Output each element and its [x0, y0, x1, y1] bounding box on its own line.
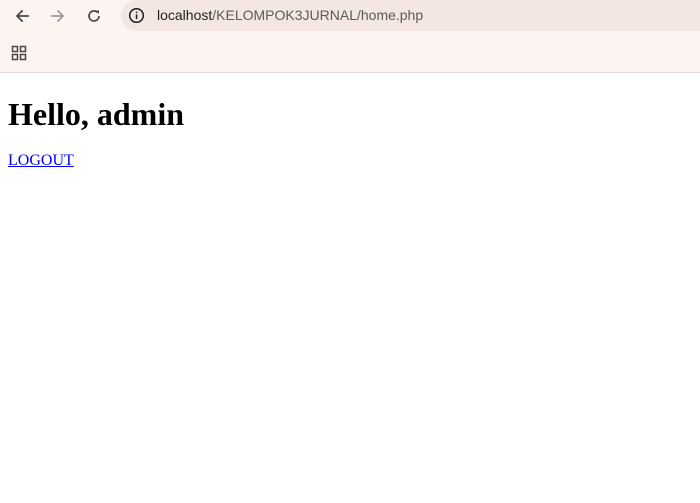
bookmarks-bar: [0, 36, 700, 68]
page-content: Hello, admin LOGOUT: [0, 74, 700, 503]
page-heading: Hello, admin: [8, 96, 185, 132]
back-button[interactable]: [9, 3, 35, 29]
apps-grid-icon[interactable]: [10, 44, 28, 62]
logout-link[interactable]: LOGOUT: [8, 152, 74, 170]
url-host: localhost: [157, 7, 213, 23]
url-path: /KELOMPOK3JURNAL/home.php: [212, 7, 424, 23]
browser-toolbar: localhost/KELOMPOK3JURNAL/home.php: [0, 0, 700, 73]
reload-button[interactable]: [81, 3, 107, 29]
reload-icon: [88, 10, 100, 22]
back-arrow-icon: [15, 9, 29, 23]
forward-button[interactable]: [45, 3, 71, 29]
forward-arrow-icon: [51, 9, 65, 23]
address-bar[interactable]: localhost/KELOMPOK3JURNAL/home.php: [121, 0, 700, 31]
url-text[interactable]: localhost/KELOMPOK3JURNAL/home.php: [157, 7, 423, 23]
info-icon[interactable]: [128, 7, 145, 24]
